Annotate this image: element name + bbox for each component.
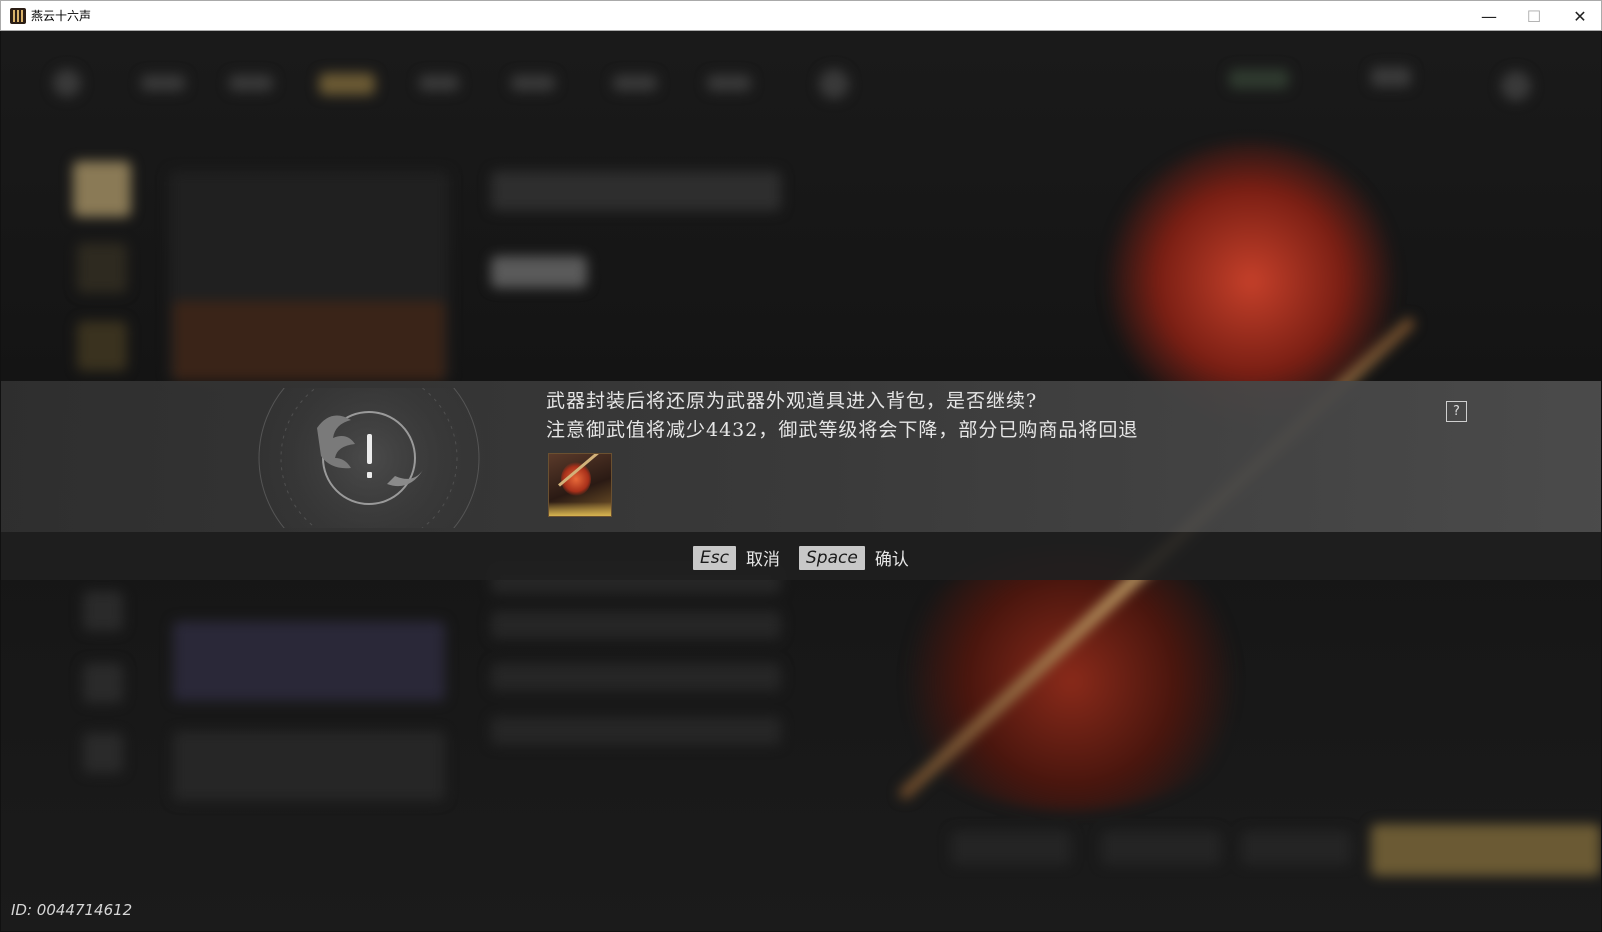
window-titlebar: 燕云十六声 — ☐ ✕ [0,0,1602,31]
window-title: 燕云十六声 [31,9,92,23]
user-id-label: ID: 0044714612 [11,901,133,919]
help-icon[interactable]: ? [1446,401,1467,422]
dialog-message-line1: 武器封装后将还原为武器外观道具进入背包，是否继续? [546,390,1038,412]
confirm-label: 确认 [874,550,909,570]
app-logo-icon [10,7,26,24]
weapon-spear-icon [548,453,612,517]
close-button[interactable]: ✕ [1557,1,1602,31]
space-key-badge: Space [799,545,865,570]
minimize-button[interactable]: — [1466,1,1512,31]
confirm-button[interactable]: Space 确认 [799,545,909,570]
esc-key-badge: Esc [693,545,736,570]
dialog-message-line2: 注意御武值将减少4432，御武等级将会下降，部分已购商品将回退 [546,419,1139,441]
cancel-button[interactable]: Esc 取消 [693,545,780,570]
maximize-button[interactable]: ☐ [1511,1,1557,31]
warning-emblem-icon [255,388,487,528]
cancel-label: 取消 [745,550,780,570]
